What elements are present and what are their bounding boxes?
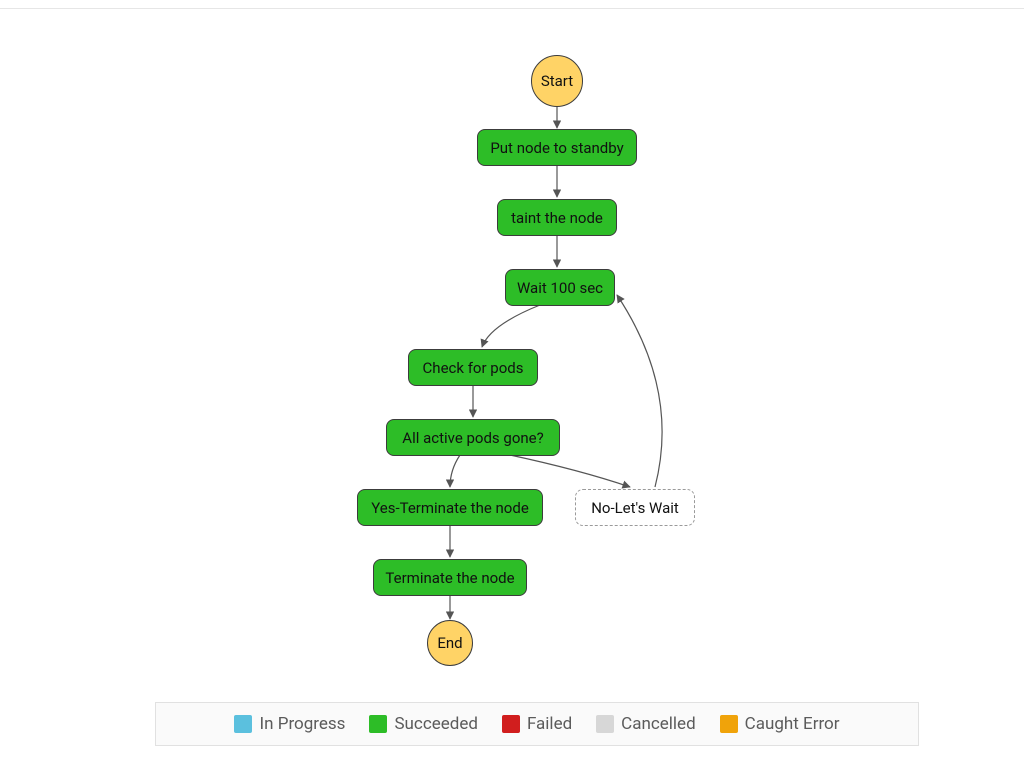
node-label: All active pods gone?: [402, 429, 543, 447]
legend-item-caught-error: Caught Error: [720, 714, 840, 734]
flowchart-canvas: Start Put node to standby taint the node…: [0, 10, 1024, 690]
legend-label: Succeeded: [394, 714, 477, 734]
legend-item-in-progress: In Progress: [234, 714, 345, 734]
flow-node-standby[interactable]: Put node to standby: [477, 129, 637, 166]
legend: In Progress Succeeded Failed Cancelled C…: [155, 702, 919, 746]
node-label: taint the node: [511, 209, 603, 227]
legend-label: Cancelled: [621, 714, 695, 734]
legend-item-succeeded: Succeeded: [369, 714, 477, 734]
node-label: Put node to standby: [490, 139, 623, 157]
legend-item-failed: Failed: [502, 714, 572, 734]
flow-node-taint[interactable]: taint the node: [497, 199, 617, 236]
flow-node-yes[interactable]: Yes-Terminate the node: [357, 489, 543, 526]
flow-node-end[interactable]: End: [427, 620, 473, 666]
flow-node-wait[interactable]: Wait 100 sec: [505, 269, 615, 306]
node-label: Yes-Terminate the node: [371, 499, 529, 517]
top-divider: [0, 8, 1024, 9]
swatch-cancelled: [596, 715, 614, 733]
flow-node-start[interactable]: Start: [531, 55, 583, 107]
flow-node-no[interactable]: No-Let's Wait: [575, 489, 695, 526]
node-label: Start: [541, 72, 573, 90]
swatch-failed: [502, 715, 520, 733]
legend-label: Caught Error: [745, 714, 840, 734]
swatch-in-progress: [234, 715, 252, 733]
flow-node-check[interactable]: Check for pods: [408, 349, 538, 386]
node-label: End: [437, 634, 462, 652]
swatch-succeeded: [369, 715, 387, 733]
flow-node-terminate[interactable]: Terminate the node: [373, 559, 527, 596]
legend-item-cancelled: Cancelled: [596, 714, 695, 734]
node-label: No-Let's Wait: [591, 499, 679, 517]
legend-label: Failed: [527, 714, 572, 734]
node-label: Wait 100 sec: [517, 279, 603, 297]
legend-label: In Progress: [259, 714, 345, 734]
flow-node-choice[interactable]: All active pods gone?: [386, 419, 560, 456]
node-label: Check for pods: [423, 359, 524, 377]
swatch-caught-error: [720, 715, 738, 733]
node-label: Terminate the node: [385, 569, 514, 587]
